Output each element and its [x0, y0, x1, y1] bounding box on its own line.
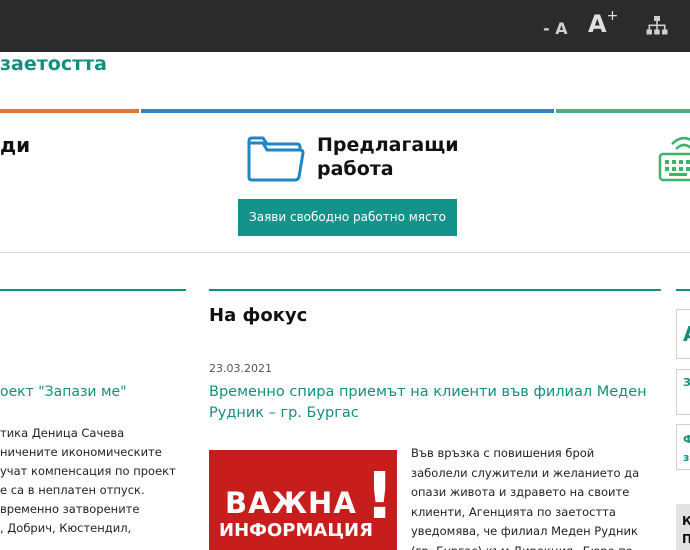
left-column-rule [0, 289, 186, 291]
right-banner-2-text: З [683, 376, 690, 389]
news-body-line: клиенти, Агенцията по заетостта [411, 504, 616, 519]
category-strip-blue [141, 109, 554, 113]
news-body-line: уведомява, че филиал Меден Рудник [411, 524, 638, 538]
agency-title[interactable]: заетостта [0, 53, 107, 75]
post-vacancy-button[interactable]: Заяви свободно работно място [238, 199, 457, 236]
left-news-line: е са в неплатен отпуск. [0, 483, 145, 497]
right-banner-1-text: А [683, 322, 690, 346]
left-news-body: тика Деница Сачева ничените икономически… [0, 424, 186, 538]
image-word-important: ВАЖНА [225, 486, 357, 520]
font-decrease-button[interactable]: - A [543, 19, 568, 38]
left-news-line: учат компенсация по проект [0, 464, 176, 478]
left-news-line: , Добрич, Кюстендил, [0, 521, 132, 535]
right-column-rule [676, 289, 690, 291]
focus-heading: На фокус [209, 305, 308, 326]
top-bar: - A A+ [0, 0, 690, 52]
right-banner-3-line1: Ф [683, 433, 690, 446]
category-strip-orange [0, 109, 139, 113]
category-strip-green [556, 109, 690, 113]
right-banner-3-text: Ф з [683, 431, 690, 467]
right-banner-3[interactable]: Ф з [676, 424, 690, 470]
news-body-line: (гр. Бургас) към Дирекция „Бюро по [411, 542, 661, 550]
left-news-line: тика Деница Сачева [0, 426, 125, 440]
left-news-title[interactable]: оект "Запази ме" [0, 384, 127, 400]
category-seeking-title[interactable]: ди [0, 133, 30, 157]
right-banner-4-text: К П [682, 512, 690, 548]
font-increase-plus: + [606, 8, 619, 24]
right-banner-4-line2: П [682, 532, 690, 546]
category-offering-title[interactable]: Предлагащи работа [317, 133, 459, 181]
focus-column-rule [209, 289, 661, 291]
right-banner-3-line2: з [683, 451, 690, 464]
right-banner-2[interactable]: З [676, 369, 690, 415]
font-increase-label: A [588, 10, 607, 38]
news-body-line: Във връзка с повишения брой [411, 446, 595, 460]
right-banner-4-line1: К [682, 514, 690, 528]
keyboard-icon [658, 136, 690, 182]
category-offering-line2: работа [317, 158, 394, 180]
news-title-link[interactable]: Временно спира приемът на клиенти във фи… [209, 382, 664, 424]
exclamation-icon: ! [365, 460, 395, 534]
important-info-image[interactable]: ВАЖНА ИНФОРМАЦИЯ ! [209, 450, 397, 550]
category-offering-line1: Предлагащи [317, 134, 459, 156]
folder-icon [247, 136, 305, 182]
sitemap-icon[interactable] [646, 15, 668, 37]
image-word-information: ИНФОРМАЦИЯ [219, 520, 373, 541]
right-banner-1[interactable]: А [676, 309, 690, 359]
left-news-line: временно затворените [0, 502, 140, 516]
left-news-line: ничените икономическите [0, 445, 162, 459]
font-increase-button[interactable]: A+ [588, 8, 619, 38]
news-date: 23.03.2021 [209, 362, 272, 375]
right-banner-4[interactable]: К П [676, 504, 690, 550]
news-body-line: заболели служители и желанието да [411, 465, 640, 480]
news-body-line: опази живота и здравето на своите [411, 485, 630, 499]
section-divider [0, 252, 690, 253]
news-body: Във връзка с повишения брой заболели слу… [411, 444, 661, 550]
